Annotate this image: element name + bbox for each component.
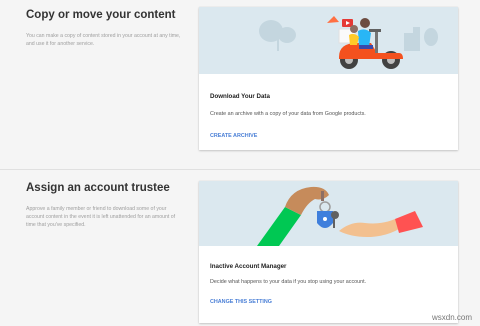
card-title: Inactive Account Manager bbox=[210, 263, 287, 270]
download-data-card: Download Your Data Create an archive wit… bbox=[199, 7, 458, 150]
card-title: Download Your Data bbox=[210, 93, 270, 100]
create-archive-link[interactable]: CREATE ARCHIVE bbox=[210, 133, 257, 139]
section-heading: Assign an account trustee bbox=[26, 182, 170, 194]
key-handover-illustration bbox=[199, 181, 458, 246]
section-copy-move-content: Copy or move your content You can make a… bbox=[0, 0, 480, 170]
card-body: Create an archive with a copy of your da… bbox=[210, 111, 366, 117]
section-account-trustee: Assign an account trustee Approve a fami… bbox=[0, 170, 480, 326]
watermark: wsxdn.com bbox=[431, 313, 472, 322]
section-intro: Copy or move your content You can make a… bbox=[26, 9, 186, 48]
section-intro: Assign an account trustee Approve a fami… bbox=[26, 182, 186, 229]
change-setting-link[interactable]: CHANGE THIS SETTING bbox=[210, 299, 272, 305]
scooter-illustration bbox=[199, 7, 458, 74]
section-heading: Copy or move your content bbox=[26, 9, 176, 21]
section-description: You can make a copy of content stored in… bbox=[26, 33, 181, 47]
inactive-account-manager-card: Inactive Account Manager Decide what hap… bbox=[199, 181, 458, 323]
section-description: Approve a family member or friend to dow… bbox=[26, 206, 176, 228]
card-body: Decide what happens to your data if you … bbox=[210, 279, 367, 285]
